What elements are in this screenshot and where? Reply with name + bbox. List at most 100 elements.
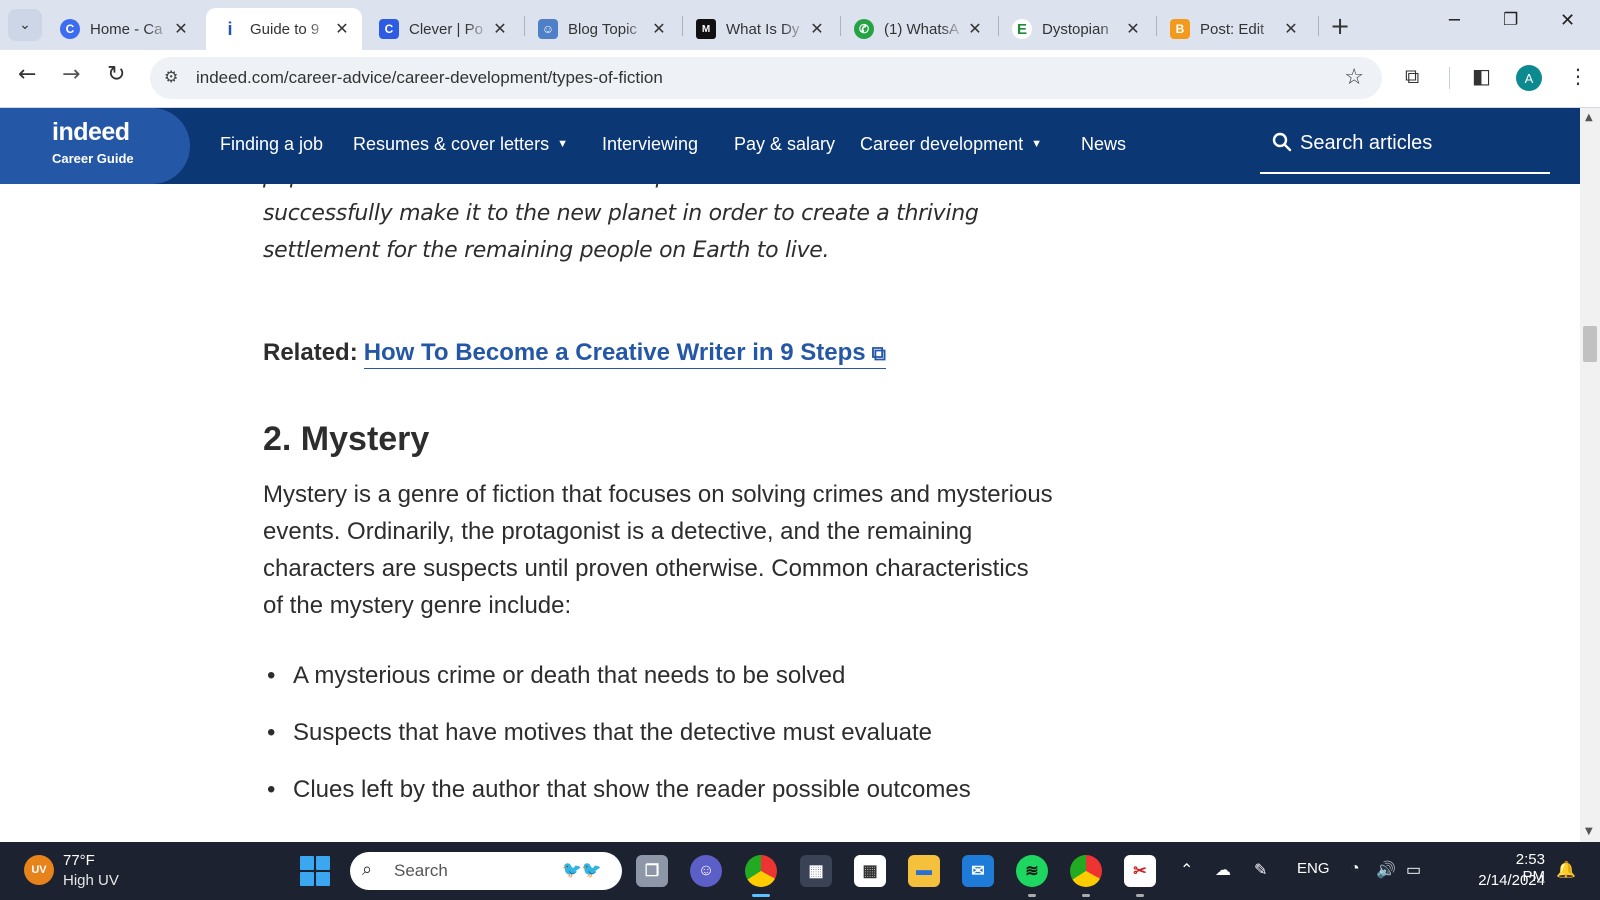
nav-news[interactable]: News <box>1081 134 1126 155</box>
battery-icon[interactable]: ▭ <box>1406 860 1421 880</box>
windows-taskbar: UV 77°F High UV ⌕ Search 🐦🐦 ❐ ☺ ▦ ▦ ▬ ✉ … <box>0 842 1600 900</box>
search-highlight-icon: 🐦🐦 <box>562 862 602 879</box>
related-link-text: How To Become a Creative Writer in 9 Ste… <box>363 339 866 366</box>
tab-clever[interactable]: C Clever | Po ✕ <box>365 8 520 50</box>
forward-icon[interactable]: → <box>62 62 80 87</box>
url-text[interactable]: indeed.com/career-advice/career-developm… <box>196 68 663 88</box>
close-icon[interactable]: ✕ <box>965 19 985 39</box>
site-header: indeed Career Guide Finding a job Resume… <box>0 108 1580 184</box>
close-icon[interactable]: ✕ <box>171 19 191 39</box>
windows-start-icon[interactable] <box>300 856 330 886</box>
page-scrollbar[interactable] <box>1580 108 1600 842</box>
teams-chat-icon[interactable]: ☺ <box>690 855 722 887</box>
scroll-up-arrow-icon[interactable]: ▲ <box>1585 112 1593 123</box>
tab-title: Clever | Po <box>409 20 483 38</box>
calculator-icon[interactable]: ▦ <box>800 855 832 887</box>
related-article-link[interactable]: How To Become a Creative Writer in 9 Ste… <box>363 339 886 369</box>
close-icon[interactable]: ✕ <box>332 19 352 39</box>
new-tab-button[interactable]: + <box>1330 12 1350 40</box>
minimize-icon[interactable]: ─ <box>1449 10 1460 31</box>
caret-down-icon: ▼ <box>557 138 568 150</box>
nav-label: Resumes & cover letters <box>353 134 550 154</box>
tab-favicon-icon: C <box>379 19 399 39</box>
microsoft-store-icon[interactable]: ▦ <box>854 855 886 887</box>
section-paragraph: Mystery is a genre of fiction that focus… <box>263 481 1053 619</box>
bookmark-star-icon[interactable]: ☆ <box>1344 65 1364 90</box>
close-icon[interactable]: ✕ <box>490 19 510 39</box>
show-hidden-icons-icon[interactable]: ⌃ <box>1180 860 1193 880</box>
related-label: Related: <box>263 339 358 366</box>
tab-title: What Is Dy <box>726 20 800 38</box>
close-icon[interactable]: ✕ <box>1123 19 1143 39</box>
profile-avatar[interactable]: A <box>1516 65 1542 91</box>
spotify-icon[interactable]: ≋ <box>1016 855 1048 887</box>
nav-interviewing[interactable]: Interviewing <box>602 134 698 155</box>
app-indicator <box>1028 894 1036 897</box>
nav-resumes[interactable]: Resumes & cover letters ▼ <box>353 134 568 155</box>
tab-what-is[interactable]: M What Is Dy ✕ <box>682 8 837 50</box>
close-window-icon[interactable]: ✕ <box>1560 10 1575 31</box>
section-heading: 2. Mystery <box>263 420 430 458</box>
tab-blog-topic[interactable]: ☺ Blog Topic ✕ <box>524 8 679 50</box>
site-settings-icon[interactable]: ⚙ <box>164 67 178 86</box>
blogger-icon: B <box>1170 19 1190 39</box>
nav-finding-a-job[interactable]: Finding a job <box>220 134 323 155</box>
wifi-icon[interactable]: ◔ <box>1350 860 1360 878</box>
chrome-menu-icon[interactable]: ⋮ <box>1568 64 1588 88</box>
extensions-icon[interactable]: ⧉ <box>1405 64 1419 88</box>
close-icon[interactable]: ✕ <box>807 19 827 39</box>
scroll-thumb[interactable] <box>1583 326 1597 362</box>
indeed-logo[interactable]: indeed Career Guide <box>0 108 190 184</box>
tab-guide[interactable]: i Guide to 9 ✕ <box>206 8 362 50</box>
mail-icon[interactable]: ✉ <box>962 855 994 887</box>
onedrive-icon[interactable]: ☁ <box>1215 860 1231 880</box>
whatsapp-icon: ✆ <box>854 19 874 39</box>
task-view-icon[interactable]: ❐ <box>636 855 668 887</box>
weather-icon[interactable]: UV <box>24 855 54 885</box>
tab-whatsapp[interactable]: ✆ (1) WhatsA ✕ <box>840 8 995 50</box>
language-indicator[interactable]: ENG <box>1297 860 1330 877</box>
scroll-down-arrow-icon[interactable]: ▼ <box>1585 826 1593 837</box>
tab-favicon-icon: E <box>1012 19 1032 39</box>
pen-tray-icon[interactable]: ✎ <box>1254 860 1267 880</box>
close-icon[interactable]: ✕ <box>649 19 669 39</box>
tab-favicon-icon: ☺ <box>538 19 558 39</box>
address-bar[interactable]: ⚙ indeed.com/career-advice/career-develo… <box>150 57 1382 99</box>
nav-label: Pay & salary <box>734 134 836 154</box>
tab-dystopian[interactable]: E Dystopian ✕ <box>998 8 1153 50</box>
weather-temperature[interactable]: 77°F <box>63 852 95 869</box>
clock-date[interactable]: 2/14/2024 <box>1470 872 1545 889</box>
volume-icon[interactable]: 🔊 <box>1376 860 1396 880</box>
tab-divider <box>1318 16 1319 36</box>
taskbar-search[interactable]: ⌕ Search 🐦🐦 <box>350 852 622 890</box>
active-app-indicator <box>752 894 770 897</box>
restore-icon[interactable]: ❐ <box>1503 10 1518 30</box>
tab-strip: ⌄ C Home - Ca ✕ i Guide to 9 ✕ C Clever … <box>0 0 1600 50</box>
tab-title: Blog Topic <box>568 20 637 38</box>
file-explorer-icon[interactable]: ▬ <box>908 855 940 887</box>
tab-post-edit[interactable]: B Post: Edit ✕ <box>1156 8 1311 50</box>
related-link-row: Related: How To Become a Creative Writer … <box>263 339 886 369</box>
tab-search-button[interactable]: ⌄ <box>8 9 42 41</box>
chrome-profile-icon[interactable] <box>1070 855 1102 887</box>
side-panel-icon[interactable]: ◧ <box>1472 64 1491 88</box>
weather-condition[interactable]: High UV <box>63 872 119 889</box>
app-indicator <box>1082 894 1090 897</box>
snipping-tool-icon[interactable]: ✂ <box>1124 855 1156 887</box>
tab-title: Dystopian <box>1042 20 1109 38</box>
close-icon[interactable]: ✕ <box>1281 19 1301 39</box>
nav-label: News <box>1081 134 1127 154</box>
search-articles[interactable]: Search articles <box>1260 118 1550 174</box>
list-item: A mysterious crime or death that needs t… <box>263 659 1063 716</box>
tab-title: Guide to 9 <box>250 20 320 38</box>
nav-career-development[interactable]: Career development ▼ <box>860 134 1042 155</box>
reload-icon[interactable]: ↻ <box>107 62 125 87</box>
chrome-icon[interactable] <box>745 855 777 887</box>
list-item: Clues left by the author that show the r… <box>263 773 1063 830</box>
toolbar-divider <box>1449 67 1450 89</box>
back-icon[interactable]: ← <box>18 62 36 87</box>
nav-pay-salary[interactable]: Pay & salary <box>734 134 835 155</box>
notification-bell-icon[interactable]: 🔔 <box>1556 860 1576 880</box>
tab-home[interactable]: C Home - Ca ✕ <box>46 8 201 50</box>
tab-favicon-icon: M <box>696 19 716 39</box>
